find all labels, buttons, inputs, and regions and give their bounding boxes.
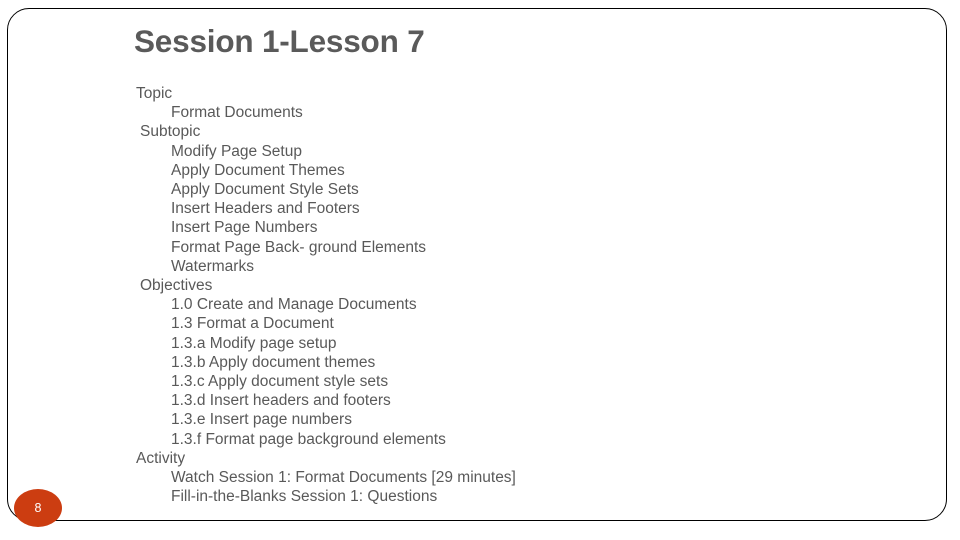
outline-line: 1.3.d Insert headers and footers — [171, 392, 391, 410]
outline-line: Format Page Back- ground Elements — [171, 238, 427, 256]
outline-line: 1.3 Format a Document — [171, 315, 334, 333]
outline-line: 1.3.f Format page background elements — [171, 430, 446, 448]
outline-line: Apply Document Themes — [171, 161, 345, 179]
outline-line: 1.0 Create and Manage Documents — [171, 296, 417, 314]
outline-line: 1.3.c Apply document style sets — [171, 373, 389, 391]
outline-line: Objectives — [140, 277, 213, 295]
slide-outline-body: Topic Format Documents Subtopic Modify Page… — [0, 84, 960, 506]
outline-line: 1.3.a Modify page setup — [171, 334, 337, 352]
presentation-slide: Session 1-Lesson 7 Topic Format Documents… — [0, 0, 960, 540]
outline-line: Insert Headers and Footers — [171, 200, 360, 218]
outline-line: Fill-in-the-Blanks Session 1: Questions — [171, 488, 438, 506]
outline-line: 1.3.b Apply document themes — [171, 353, 376, 371]
page-number-label: 8 — [34, 501, 42, 515]
outline-line: Watermarks — [171, 257, 254, 275]
outline-line: Modify Page Setup — [171, 142, 302, 160]
outline-line: 1.3.e Insert page numbers — [171, 411, 352, 429]
outline-line: Subtopic — [140, 123, 201, 141]
outline-line: Insert Page Numbers — [171, 219, 318, 237]
page-number-badge: 8 — [14, 489, 62, 527]
outline-line: Format Documents — [171, 104, 303, 122]
slide-title: Session 1-Lesson 7 — [134, 23, 425, 59]
outline-line: Topic — [136, 85, 173, 102]
outline-line: Activity — [136, 449, 186, 467]
outline-line: Watch Session 1: Format Documents [29 mi… — [171, 469, 516, 487]
outline-line: Apply Document Style Sets — [171, 181, 359, 199]
